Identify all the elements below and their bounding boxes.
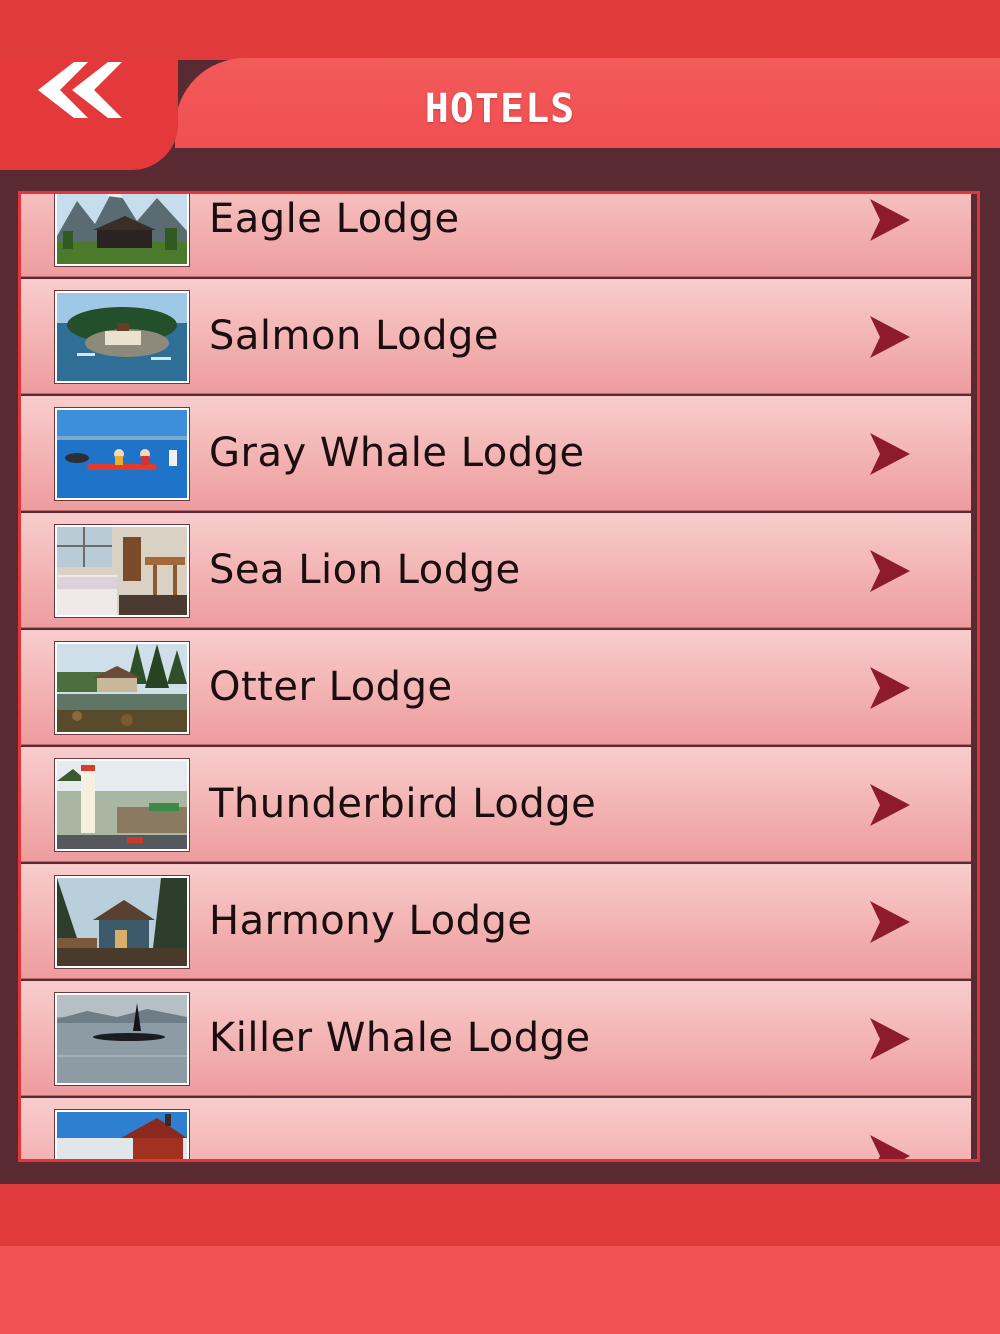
island-lodge-photo	[54, 290, 190, 384]
chevron-right-icon	[870, 550, 910, 592]
orca-photo	[54, 992, 190, 1086]
footer-bar	[0, 1184, 1000, 1246]
header-band	[0, 0, 1000, 60]
chevron-right-icon	[870, 667, 910, 709]
list-item-harmony-lodge[interactable]: Harmony Lodge	[21, 864, 971, 979]
chevron-right-icon	[870, 316, 910, 358]
back-button[interactable]	[0, 60, 178, 170]
list-item-thunderbird-lodge[interactable]: Thunderbird Lodge	[21, 747, 971, 862]
chevron-right-icon	[870, 433, 910, 475]
list-item-gray-whale-lodge[interactable]: Gray Whale Lodge	[21, 396, 971, 511]
red-cabin-photo	[54, 1109, 190, 1159]
list-item-killer-whale-lodge[interactable]: Killer Whale Lodge	[21, 981, 971, 1096]
waterfront-cabin-photo	[54, 641, 190, 735]
footer-band	[0, 1246, 1000, 1334]
chevron-right-icon	[870, 784, 910, 826]
list-item-sea-lion-lodge[interactable]: Sea Lion Lodge	[21, 513, 971, 628]
lodge-sign-photo	[54, 758, 190, 852]
forest-cabin-photo	[54, 875, 190, 969]
list-item-eagle-lodge[interactable]: Eagle Lodge	[21, 194, 971, 277]
mountain-lodge-photo	[54, 194, 190, 267]
double-chevron-left-icon	[38, 62, 122, 118]
list-item-partial[interactable]	[21, 1098, 971, 1159]
hotel-room-photo	[54, 524, 190, 618]
chevron-right-icon	[870, 1018, 910, 1060]
list-item-salmon-lodge[interactable]: Salmon Lodge	[21, 279, 971, 394]
chevron-right-icon	[870, 1135, 910, 1159]
chevron-right-icon	[870, 901, 910, 943]
hotel-list[interactable]: Eagle Lodge Salmon Lodge Gray Whale Lodg…	[18, 191, 980, 1162]
list-item-otter-lodge[interactable]: Otter Lodge	[21, 630, 971, 745]
kayak-whale-photo	[54, 407, 190, 501]
chevron-right-icon	[870, 199, 910, 241]
